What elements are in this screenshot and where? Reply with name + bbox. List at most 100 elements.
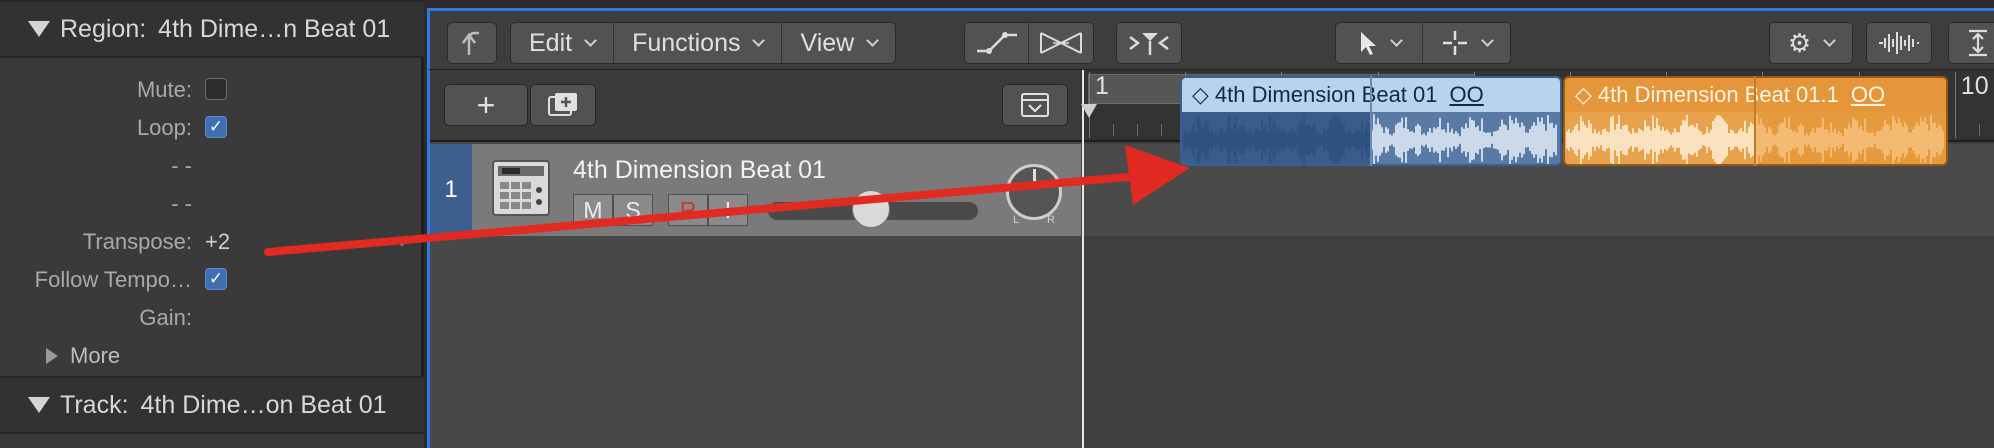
- flex-button[interactable]: [1029, 23, 1093, 63]
- chevron-down-icon: [584, 33, 597, 47]
- gain-row: Gain:: [0, 299, 424, 337]
- automation-group: [964, 22, 1094, 64]
- chevron-down-icon[interactable]: ⌄: [396, 233, 408, 250]
- catch-playhead-icon: [1129, 33, 1169, 55]
- menu-group: Edit Functions View: [510, 22, 897, 64]
- pan-left-label: L: [1013, 214, 1020, 226]
- chevron-down-icon: [866, 33, 880, 47]
- param-label-empty-2: - -: [171, 191, 192, 216]
- region-inspector-header[interactable]: Region: 4th Dime…n Beat 01: [0, 0, 424, 58]
- bar-line: [1954, 72, 1956, 138]
- track-inspector-header[interactable]: Track: 4th Dime…on Beat 01: [0, 376, 424, 434]
- region-name: 4th Dimension Beat 01.1: [1597, 82, 1839, 107]
- waveform-icon: [1879, 32, 1919, 54]
- loop-icon: OO: [1850, 82, 1886, 107]
- marquee-tool-menu[interactable]: [1423, 23, 1510, 63]
- chevron-down-icon: [1823, 33, 1837, 47]
- gain-label: Gain:: [139, 305, 192, 330]
- region-name: 4th Dime…n Beat 01: [158, 14, 391, 43]
- bar-number: 10: [1960, 72, 1989, 100]
- follow-tempo-checkbox[interactable]: ✓: [205, 268, 227, 290]
- transpose-row: Transpose: +2 ⌄: [0, 223, 424, 261]
- chevron-down-icon: [752, 33, 766, 47]
- playhead-handle-icon[interactable]: [1081, 104, 1097, 118]
- plus-icon: +: [476, 87, 496, 123]
- waveform-zoom-button[interactable]: [1866, 22, 1932, 64]
- volume-fader-knob[interactable]: [852, 190, 890, 228]
- region-name: 4th Dimension Beat 01: [1214, 82, 1438, 107]
- pointer-icon: [1360, 32, 1376, 55]
- settings-menu[interactable]: ⚙: [1769, 22, 1853, 64]
- input-monitor-button[interactable]: I: [708, 194, 748, 226]
- disclosure-triangle-icon[interactable]: [28, 397, 50, 413]
- vertical-fit-icon: [1969, 29, 1987, 57]
- crosshair-icon: [1443, 31, 1467, 55]
- loop-boundary: [1754, 76, 1756, 166]
- loop-boundary: [1370, 76, 1372, 166]
- follow-tempo-label: Follow Tempo…: [34, 267, 192, 292]
- view-menu[interactable]: View: [782, 23, 895, 63]
- global-tracks-button[interactable]: [1002, 84, 1068, 126]
- track-list-toolbar: +: [430, 70, 1084, 142]
- gear-icon: ⚙: [1787, 27, 1812, 58]
- solo-button[interactable]: S: [613, 194, 653, 226]
- playhead-line[interactable]: [1082, 70, 1084, 448]
- main-toolbar: Edit Functions View ⚙: [427, 8, 1994, 70]
- loop-label: Loop:: [136, 115, 192, 140]
- functions-label: Functions: [632, 28, 741, 57]
- catch-button[interactable]: [1116, 22, 1182, 64]
- region-resize-icon: ◇: [1575, 82, 1592, 107]
- param-row-empty-1: - -: [0, 147, 424, 185]
- mute-button[interactable]: M: [573, 194, 613, 226]
- param-label-empty-1: - -: [171, 153, 192, 178]
- back-arrow-button[interactable]: [447, 22, 497, 64]
- inspector-footer: [0, 434, 424, 448]
- automation-button[interactable]: [965, 23, 1029, 63]
- track-name[interactable]: 4th Dimension Beat 01: [573, 156, 826, 185]
- edit-label: Edit: [529, 28, 573, 57]
- track-header-area: + 1 4th Dimension Beat 01 M S R I L R: [427, 70, 1084, 448]
- vertical-zoom-button[interactable]: [1948, 22, 1994, 64]
- chevron-down-icon: [1481, 33, 1494, 47]
- tool-group: [1335, 22, 1511, 64]
- duplicate-track-icon: [548, 93, 577, 116]
- beat-tick: [1137, 124, 1139, 136]
- drum-machine-icon: [492, 160, 550, 216]
- pointer-tool-menu[interactable]: [1336, 23, 1423, 63]
- more-row[interactable]: More: [0, 337, 424, 375]
- duplicate-track-button[interactable]: [530, 84, 596, 126]
- track-number: 1: [430, 144, 472, 236]
- region-resize-icon: ◇: [1192, 82, 1209, 107]
- automation-curve-icon: [976, 32, 1017, 54]
- loop-checkbox[interactable]: ✓: [205, 116, 227, 138]
- add-track-button[interactable]: +: [444, 84, 528, 126]
- pan-knob[interactable]: [1006, 164, 1062, 220]
- mute-checkbox[interactable]: [205, 78, 227, 100]
- pan-indicator: [1033, 169, 1036, 189]
- disclosure-triangle-icon[interactable]: [46, 348, 58, 364]
- global-tracks-icon: [1021, 93, 1049, 117]
- disclosure-triangle-icon[interactable]: [28, 21, 50, 37]
- transpose-value[interactable]: +2: [205, 229, 230, 255]
- view-label: View: [800, 28, 855, 57]
- beat-tick: [1113, 124, 1115, 136]
- loop-icon: OO: [1449, 82, 1484, 107]
- record-enable-button[interactable]: R: [668, 194, 708, 226]
- param-row-empty-2: - -: [0, 185, 424, 223]
- track-name-inspector: 4th Dime…on Beat 01: [140, 390, 387, 419]
- region-label: Region:: [60, 14, 147, 43]
- mute-row: Mute:: [0, 71, 424, 109]
- functions-menu[interactable]: Functions: [614, 23, 783, 63]
- track-label: Track:: [60, 390, 129, 419]
- pan-right-label: R: [1047, 214, 1055, 226]
- transpose-label: Transpose:: [82, 229, 192, 254]
- more-label[interactable]: More: [70, 343, 120, 369]
- track-header-row[interactable]: 1 4th Dimension Beat 01 M S R I L R: [430, 144, 1084, 236]
- edit-menu[interactable]: Edit: [511, 23, 615, 63]
- beat-tick: [1161, 124, 1163, 136]
- mute-label: Mute:: [136, 77, 192, 102]
- bar-number: 1: [1095, 72, 1109, 100]
- chevron-down-icon: [1389, 33, 1403, 47]
- follow-tempo-row: Follow Tempo… ✓: [0, 261, 424, 299]
- flex-time-icon: [1040, 32, 1082, 54]
